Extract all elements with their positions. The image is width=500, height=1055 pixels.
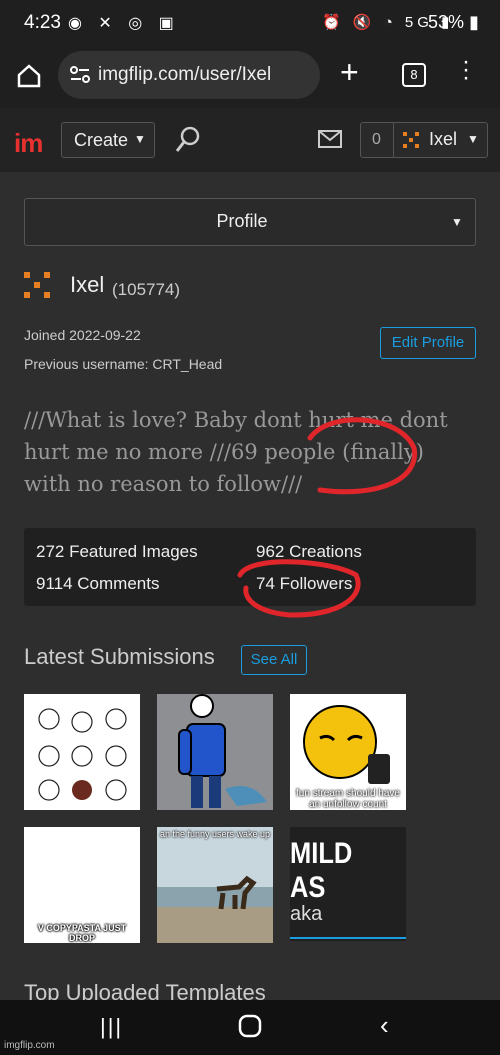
recent-apps-icon[interactable]: ||| [100,1014,123,1040]
see-all-button[interactable]: See All [241,645,307,675]
latest-submissions-title: Latest Submissions [24,644,215,669]
sketch-faces-image [38,708,127,801]
thumbnail-caption: an the funny users wake up [159,829,271,839]
divider [290,937,406,939]
thumbnail-caption: fun stream should have an unfollow count [296,788,400,810]
thumbnail-caption: V COPYPASTA JUST DROP [37,923,127,943]
submission-thumbnail[interactable]: an the funny users wake up [157,827,273,943]
submission-thumbnail[interactable]: fun stream should have an unfollow count [290,694,406,810]
submission-thumbnail[interactable] [24,694,140,810]
thumbnail-caption: MILD AS [290,837,353,904]
watermark: imgflip.com [4,1040,55,1051]
home-nav-icon[interactable] [238,1014,262,1038]
submission-thumbnail[interactable]: MILD AS aka [290,827,406,941]
back-icon[interactable]: ‹ [380,1010,389,1041]
android-nav-bar: ||| ‹ imgflip.com [0,1000,500,1055]
beach-horse-image [157,827,273,943]
submission-thumbnail[interactable] [157,694,273,810]
submission-thumbnail[interactable]: V COPYPASTA JUST DROP [24,827,140,943]
blue-character-image [178,694,267,808]
thumbnail-caption: aka [290,903,323,925]
